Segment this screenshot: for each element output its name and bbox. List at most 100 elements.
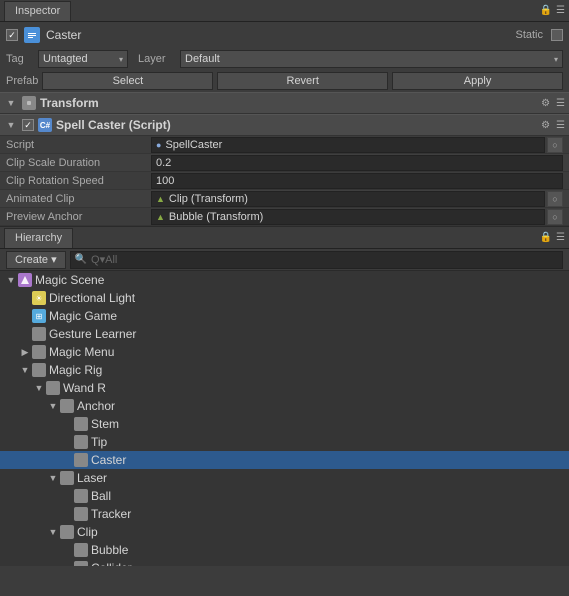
hierarchy-tab-bar: Hierarchy 🔒 ☰ — [0, 227, 569, 249]
bubble-expand-icon — [60, 543, 74, 557]
magic-game-expand-icon — [18, 309, 32, 323]
hierarchy-tab-icons: 🔒 ☰ — [540, 232, 565, 243]
gesture-learner-label: Gesture Learner — [49, 327, 136, 341]
transform-menu-icon[interactable]: ☰ — [556, 98, 565, 109]
layer-arrow-icon: ▾ — [554, 55, 558, 64]
inspector-tab[interactable]: Inspector — [4, 1, 71, 21]
preview-anchor-link-button[interactable]: ○ — [547, 209, 563, 225]
select-button[interactable]: Select — [42, 72, 213, 90]
lock-icon[interactable]: 🔒 — [540, 5, 552, 16]
magic-menu-icon — [32, 345, 46, 359]
magic-rig-label: Magic Rig — [49, 363, 102, 377]
tracker-label: Tracker — [91, 507, 131, 521]
tree-item-magic-menu[interactable]: Magic Menu — [0, 343, 569, 361]
layer-dropdown[interactable]: Default ▾ — [180, 50, 563, 68]
transform-component-header[interactable]: Transform ⚙ ☰ — [0, 92, 569, 114]
hierarchy-tab[interactable]: Hierarchy — [4, 228, 73, 248]
clip-label: Clip — [77, 525, 98, 539]
menu-icon[interactable]: ☰ — [556, 5, 565, 16]
tip-expand-icon — [60, 435, 74, 449]
clip-rotation-property-row: Clip Rotation Speed 100 — [0, 172, 569, 190]
anchor-label: Anchor — [77, 399, 115, 413]
search-placeholder: Q▾All — [91, 253, 117, 266]
clip-scale-property-row: Clip Scale Duration 0.2 — [0, 154, 569, 172]
tree-item-magic-game[interactable]: ⊞ Magic Game — [0, 307, 569, 325]
animated-clip-property-row: Animated Clip ▲ Clip (Transform) ○ — [0, 190, 569, 208]
caster-label: Caster — [91, 453, 126, 467]
spell-caster-icon: C# — [38, 118, 52, 132]
tree-item-magic-rig[interactable]: Magic Rig — [0, 361, 569, 379]
animated-clip-value-field[interactable]: ▲ Clip (Transform) — [151, 191, 545, 207]
transform-icon — [22, 96, 36, 110]
directional-light-expand-icon — [18, 291, 32, 305]
preview-anchor-label: Preview Anchor — [6, 211, 151, 223]
tree-item-anchor[interactable]: Anchor — [0, 397, 569, 415]
tracker-expand-icon — [60, 507, 74, 521]
tag-dropdown[interactable]: Untagted ▾ — [38, 50, 128, 68]
directional-light-icon: ☀ — [32, 291, 46, 305]
animated-clip-value: Clip (Transform) — [169, 193, 248, 205]
transform-expand-icon — [4, 96, 18, 110]
wand-r-expand-icon — [32, 381, 46, 395]
tree-item-stem[interactable]: Stem — [0, 415, 569, 433]
magic-menu-label: Magic Menu — [49, 345, 114, 359]
apply-button[interactable]: Apply — [392, 72, 563, 90]
spell-caster-enabled-checkbox[interactable] — [22, 119, 34, 131]
static-checkbox[interactable] — [551, 29, 563, 41]
hierarchy-tab-label: Hierarchy — [15, 232, 62, 244]
tree-item-bubble[interactable]: Bubble — [0, 541, 569, 559]
spell-caster-settings-icon[interactable]: ⚙ — [541, 120, 550, 131]
revert-button[interactable]: Revert — [217, 72, 388, 90]
tree-item-caster[interactable]: Caster — [0, 451, 569, 469]
magic-game-icon: ⊞ — [32, 309, 46, 323]
tip-label: Tip — [91, 435, 107, 449]
laser-label: Laser — [77, 471, 107, 485]
tip-icon — [74, 435, 88, 449]
create-button[interactable]: Create ▾ — [6, 251, 66, 269]
preview-anchor-icon: ▲ — [156, 212, 165, 222]
hierarchy-menu-icon[interactable]: ☰ — [556, 232, 565, 243]
transform-settings-icon[interactable]: ⚙ — [541, 98, 550, 109]
tag-layer-row: Tag Untagted ▾ Layer Default ▾ — [0, 48, 569, 70]
clip-icon — [60, 525, 74, 539]
tree-item-wand-r[interactable]: Wand R — [0, 379, 569, 397]
tree-item-collider-1[interactable]: Collider — [0, 559, 569, 566]
clip-scale-value: 0.2 — [156, 157, 171, 169]
clip-rotation-value-field[interactable]: 100 — [151, 173, 563, 189]
object-enabled-checkbox[interactable] — [6, 29, 18, 41]
preview-anchor-value-field[interactable]: ▲ Bubble (Transform) — [151, 209, 545, 225]
script-label: Script — [6, 139, 151, 151]
clip-scale-value-field[interactable]: 0.2 — [151, 155, 563, 171]
script-value-field[interactable]: ● SpellCaster — [151, 137, 545, 153]
tree-item-tip[interactable]: Tip — [0, 433, 569, 451]
prefab-label: Prefab — [6, 75, 38, 87]
ball-icon — [74, 489, 88, 503]
tree-item-gesture-learner[interactable]: Gesture Learner — [0, 325, 569, 343]
tree-item-magic-scene[interactable]: Magic Scene — [0, 271, 569, 289]
tag-label: Tag — [6, 53, 34, 65]
animated-clip-link-button[interactable]: ○ — [547, 191, 563, 207]
collider1-label: Collider — [91, 561, 132, 566]
script-value-icon: ● — [156, 140, 161, 150]
tree-item-tracker[interactable]: Tracker — [0, 505, 569, 523]
spell-caster-title: Spell Caster (Script) — [56, 118, 535, 132]
spell-caster-component-header[interactable]: C# Spell Caster (Script) ⚙ ☰ — [0, 114, 569, 136]
stem-icon — [74, 417, 88, 431]
tree-item-ball[interactable]: Ball — [0, 487, 569, 505]
tree-item-clip[interactable]: Clip — [0, 523, 569, 541]
tree-item-laser[interactable]: Laser — [0, 469, 569, 487]
spell-caster-menu-icon[interactable]: ☰ — [556, 120, 565, 131]
script-link-button[interactable]: ○ — [547, 137, 563, 153]
scene-expand-icon — [4, 273, 18, 287]
stem-expand-icon — [60, 417, 74, 431]
static-label: Static — [515, 29, 543, 41]
wand-r-icon — [46, 381, 60, 395]
preview-anchor-value: Bubble (Transform) — [169, 211, 263, 223]
hierarchy-search-box[interactable]: 🔍 Q▾All — [70, 251, 563, 269]
tree-item-directional-light[interactable]: ☀ Directional Light — [0, 289, 569, 307]
transform-title: Transform — [40, 96, 535, 110]
collider1-expand-icon — [60, 561, 74, 566]
anchor-icon — [60, 399, 74, 413]
hierarchy-tree: Magic Scene ☀ Directional Light ⊞ Magic … — [0, 271, 569, 566]
hierarchy-lock-icon[interactable]: 🔒 — [540, 232, 552, 243]
